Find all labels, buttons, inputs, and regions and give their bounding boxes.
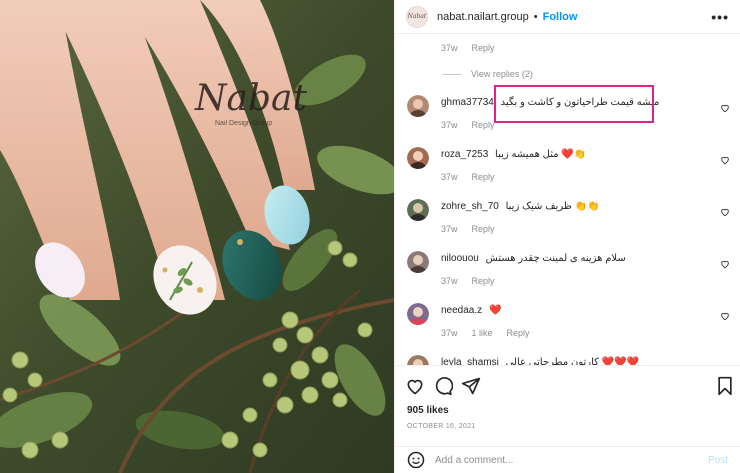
- separator-dot: •: [533, 10, 538, 23]
- post-image[interactable]: Nabat Nail Design Group: [0, 0, 394, 473]
- comment-time: 37w: [441, 43, 458, 53]
- comment-time: 37w: [441, 224, 458, 234]
- comment-text: ظریف شیک زیبا 👏👏: [505, 201, 600, 212]
- comment-username[interactable]: ghma37734: [441, 97, 494, 108]
- likes-count[interactable]: 905 likes: [407, 405, 449, 416]
- comment-body: needaa.z ❤️: [441, 305, 702, 316]
- comments-list[interactable]: 37w Reply View replies (2) ghma37734 میش…: [395, 35, 740, 365]
- comment-item: niloouou سلام هزینه ی لمینت چقدر هستش 37…: [407, 249, 730, 294]
- commenter-avatar[interactable]: [407, 147, 429, 169]
- comment-username[interactable]: zohre_sh_70: [441, 201, 499, 212]
- comment-text: سلام هزینه ی لمینت چقدر هستش: [485, 253, 626, 264]
- comment-input[interactable]: [435, 454, 708, 466]
- comment-time: 37w: [441, 276, 458, 286]
- heart-icon[interactable]: [720, 155, 730, 165]
- comment-body: leyla_shamsi کارتون مطرحاتی عالی ❤️❤️❤️: [441, 357, 702, 365]
- heart-icon[interactable]: [720, 259, 730, 269]
- commenter-avatar[interactable]: [407, 95, 429, 117]
- heart-icon[interactable]: [720, 311, 730, 321]
- comment-text: کارتون مطرحاتی عالی ❤️❤️❤️: [505, 357, 640, 365]
- comment-username[interactable]: needaa.z: [441, 305, 482, 316]
- comment-item: leyla_shamsi کارتون مطرحاتی عالی ❤️❤️❤️: [407, 353, 730, 365]
- reply-button[interactable]: Reply: [472, 224, 495, 234]
- comment-username[interactable]: niloouou: [441, 253, 479, 264]
- comment-username[interactable]: leyla_shamsi: [441, 357, 499, 365]
- reply-button[interactable]: Reply: [472, 43, 495, 53]
- comment-body: roza_7253 مثل همیشه زیبا ❤️👏: [441, 149, 702, 160]
- watermark-logo: Nabat: [194, 78, 307, 119]
- comment-body: ghma37734 میشه قیمت طراحیاتون و کاشت و ب…: [441, 97, 702, 108]
- comment-meta: 37w Reply: [441, 224, 495, 234]
- comment-item: ghma37734 میشه قیمت طراحیاتون و کاشت و ب…: [407, 93, 730, 138]
- post-header: Nabat nabat.nailart.group • Follow •••: [395, 0, 740, 34]
- reply-button[interactable]: Reply: [507, 328, 530, 338]
- previous-comment-meta: 37w Reply: [441, 43, 495, 53]
- post-button[interactable]: Post: [708, 455, 728, 466]
- comment-meta: 37w 1 like Reply: [441, 328, 530, 338]
- comment-text: مثل همیشه زیبا ❤️👏: [495, 149, 587, 160]
- view-replies-label: View replies (2): [471, 69, 533, 79]
- comment-likes[interactable]: 1 like: [472, 328, 493, 338]
- comment-text: میشه قیمت طراحیاتون و کاشت و بگید: [500, 97, 660, 108]
- share-icon[interactable]: [461, 376, 481, 396]
- comment-text: ❤️: [488, 305, 502, 316]
- comment-item: roza_7253 مثل همیشه زیبا ❤️👏 37w Reply: [407, 145, 730, 190]
- commenter-avatar[interactable]: [407, 251, 429, 273]
- emoji-icon[interactable]: [407, 451, 425, 469]
- comment-meta: 37w Reply: [441, 172, 495, 182]
- reply-button[interactable]: Reply: [472, 276, 495, 286]
- heart-icon[interactable]: [405, 376, 425, 396]
- view-replies-button[interactable]: View replies (2): [443, 69, 533, 79]
- comment-icon[interactable]: [433, 376, 453, 396]
- comment-time: 37w: [441, 120, 458, 130]
- heart-icon[interactable]: [720, 207, 730, 217]
- avatar-text: Nabat: [407, 13, 427, 20]
- comment-time: 37w: [441, 328, 458, 338]
- comment-item: zohre_sh_70 ظریف شیک زیبا 👏👏 37w Reply: [407, 197, 730, 242]
- heart-icon[interactable]: [720, 103, 730, 113]
- add-comment-bar: Post: [395, 446, 740, 473]
- follow-button[interactable]: Follow: [543, 11, 578, 23]
- author-avatar[interactable]: Nabat: [406, 5, 428, 28]
- comment-body: niloouou سلام هزینه ی لمینت چقدر هستش: [441, 253, 702, 264]
- comment-item: needaa.z ❤️ 37w 1 like Reply: [407, 301, 730, 346]
- post-date: OCTOBER 16, 2021: [407, 423, 476, 430]
- watermark-sub: Nail Design Group: [215, 120, 272, 127]
- bookmark-icon[interactable]: [715, 376, 735, 396]
- comment-body: zohre_sh_70 ظریف شیک زیبا 👏👏: [441, 201, 702, 212]
- commenter-avatar[interactable]: [407, 199, 429, 221]
- more-icon[interactable]: •••: [711, 9, 729, 25]
- comment-username[interactable]: roza_7253: [441, 149, 488, 160]
- reply-button[interactable]: Reply: [472, 120, 495, 130]
- post-side-panel: Nabat nabat.nailart.group • Follow ••• 3…: [394, 0, 740, 473]
- post-actions: [395, 365, 740, 405]
- commenter-avatar[interactable]: [407, 303, 429, 325]
- reply-button[interactable]: Reply: [472, 172, 495, 182]
- divider-line: [443, 73, 461, 75]
- nail-photo: Nabat Nail Design Group: [0, 0, 394, 473]
- commenter-avatar[interactable]: [407, 355, 429, 365]
- comment-time: 37w: [441, 172, 458, 182]
- comment-meta: 37w Reply: [441, 120, 495, 130]
- comment-meta: 37w Reply: [441, 276, 495, 286]
- author-handle[interactable]: nabat.nailart.group: [437, 11, 529, 23]
